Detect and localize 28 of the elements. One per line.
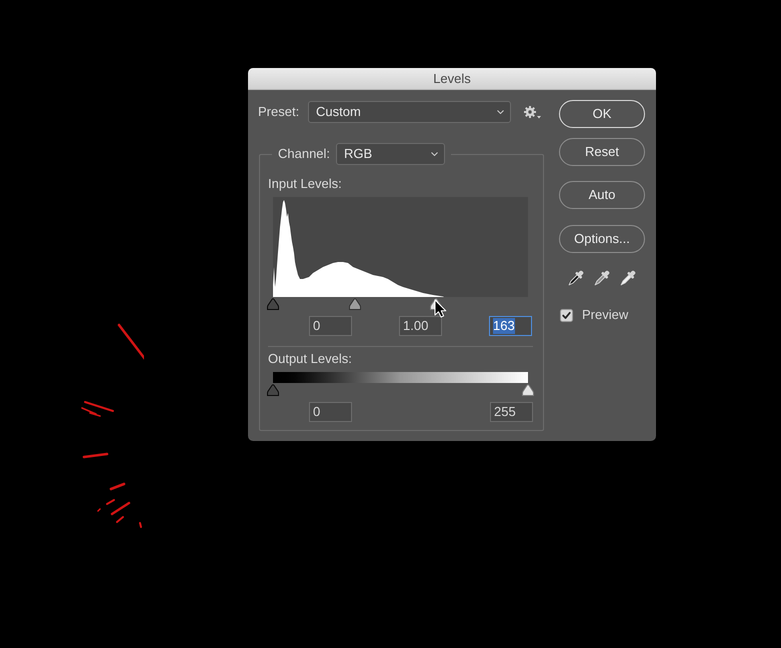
dialog-button[interactable]: OK [559,100,645,128]
highlight-slider-thumb[interactable] [522,384,534,396]
shadow-slider-thumb[interactable] [267,298,279,310]
dialog-button[interactable]: Auto [559,181,645,209]
preset-dropdown[interactable]: Custom [308,101,511,123]
gear-icon[interactable] [524,106,541,118]
shadow-slider-thumb[interactable] [267,384,279,396]
pointer-cursor-icon [434,299,447,318]
preview-label: Preview [582,307,628,323]
eyedropper-icon[interactable] [567,270,584,287]
number-input-field[interactable]: 255 [490,402,533,422]
output-levels-label: Output Levels: [268,352,352,366]
midtone-slider-thumb[interactable] [348,298,361,310]
number-input-field[interactable]: 1.00 [399,316,442,336]
number-input-field[interactable]: 0 [309,316,352,336]
number-input-field[interactable]: 163 [489,316,532,336]
preview-checkbox[interactable] [560,308,573,322]
input-levels-label: Input Levels: [268,177,342,191]
preset-label: Preset: [258,104,300,120]
number-input-field[interactable]: 0 [309,402,352,422]
channel-dropdown[interactable]: RGB [336,143,446,165]
channel-label: Channel: [278,146,330,162]
dialog-button[interactable]: Reset [559,138,645,166]
window-title: Levels [433,70,471,86]
eyedropper-icon[interactable] [619,270,636,287]
dialog-button[interactable]: Options... [559,225,645,253]
chevron-down-icon [431,152,438,156]
chevron-down-icon [497,110,504,114]
